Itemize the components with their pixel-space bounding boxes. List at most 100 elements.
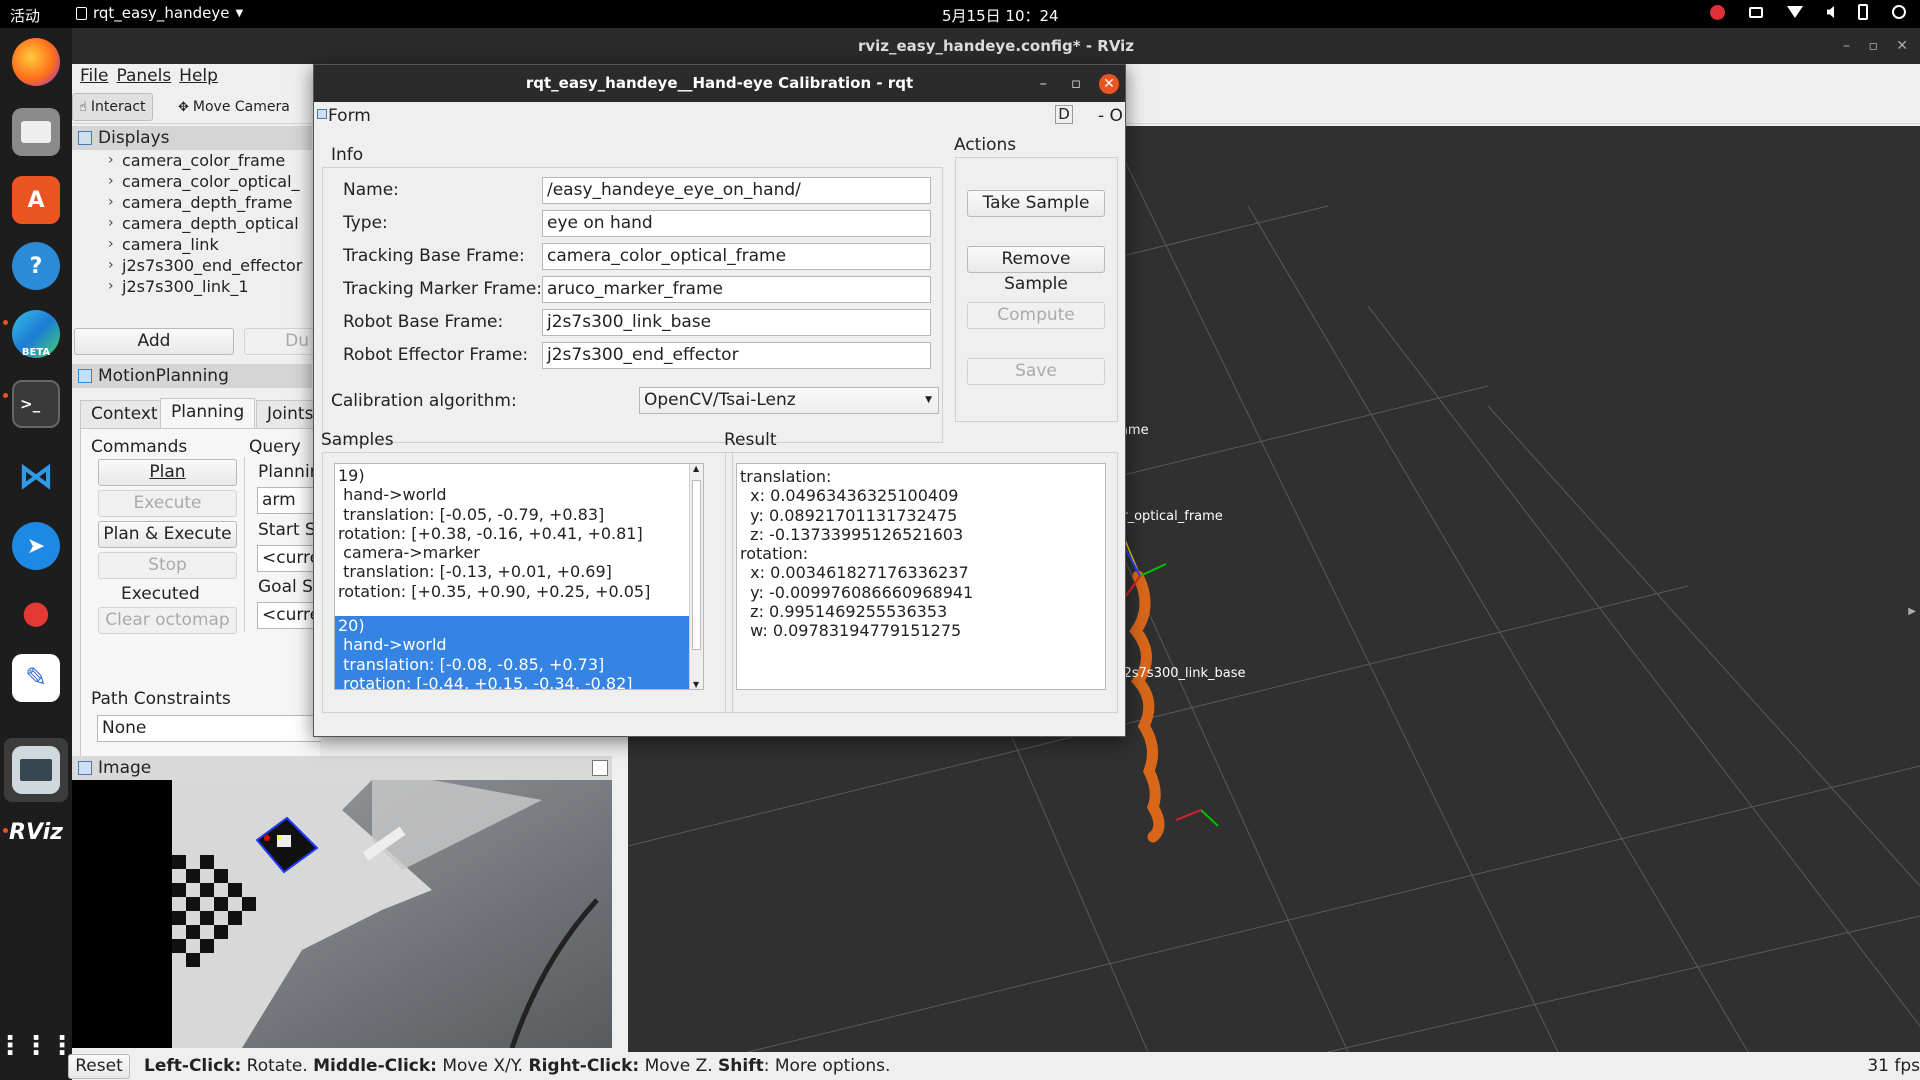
plan-execute-button[interactable]: Plan & Execute <box>98 521 237 548</box>
move-camera-tool-label: Move Camera <box>192 99 290 115</box>
take-sample-button[interactable]: Take Sample <box>967 190 1105 217</box>
dock-d-button[interactable]: D <box>1055 105 1073 124</box>
tracking-marker-frame-label: Tracking Marker Frame: <box>343 279 543 299</box>
network-icon[interactable] <box>1787 6 1803 18</box>
volume-icon[interactable] <box>1827 6 1834 18</box>
plan-button[interactable]: Plan <box>98 459 237 486</box>
remote-desktop-icon[interactable] <box>12 746 60 794</box>
close-icon[interactable]: ✕ <box>1896 28 1908 64</box>
text-editor-icon[interactable]: ✎ <box>12 654 60 702</box>
start-state-select[interactable]: <curre <box>257 545 321 572</box>
execute-button[interactable]: Execute <box>98 490 237 517</box>
tracking-base-frame-field[interactable]: camera_color_optical_frame <box>542 243 931 270</box>
sample-item[interactable]: 19) hand->world translation: [-0.05, -0.… <box>335 464 703 614</box>
displays-panel-title[interactable]: Displays <box>72 126 312 150</box>
files-icon[interactable] <box>12 108 60 156</box>
query-label: Query <box>249 437 301 457</box>
clock[interactable]: 5月15日 10：24 <box>942 5 1059 26</box>
move-icon: ✥ <box>178 99 189 115</box>
rqt-title-bar[interactable]: rqt_easy_handeye__Hand-eye Calibration -… <box>314 65 1125 102</box>
tab-planning[interactable]: Planning <box>160 398 256 428</box>
tree-item[interactable]: camera_color_frame <box>72 150 312 171</box>
terminal-icon[interactable]: >_ <box>12 380 60 428</box>
image-panel: Image <box>72 756 612 1080</box>
displays-tree[interactable]: camera_color_frame camera_color_optical_… <box>72 150 312 318</box>
edge-beta-icon[interactable]: BETA <box>12 310 60 358</box>
name-label: Name: <box>343 180 399 200</box>
displays-icon <box>78 131 92 145</box>
menu-help[interactable]: Help <box>179 64 226 90</box>
tab-joints[interactable]: Joints <box>256 400 320 428</box>
planning-tab-body: Commands Query Plan Execute Plan & Execu… <box>80 428 321 770</box>
samples-scrollbar[interactable]: ▲ ▼ <box>689 464 703 689</box>
motion-planning-panel-title[interactable]: MotionPlanning <box>72 364 312 388</box>
query-divider <box>244 457 245 632</box>
scrollbar-thumb[interactable] <box>692 480 701 650</box>
running-indicator <box>3 393 8 398</box>
scroll-down-icon[interactable]: ▼ <box>693 680 699 689</box>
battery-icon[interactable] <box>1858 4 1868 20</box>
status-hint: Left-Click: Rotate. Middle-Click: Move X… <box>144 1056 891 1076</box>
tracking-marker-frame-field[interactable]: aruco_marker_frame <box>542 276 931 303</box>
collapse-right-arrow-icon[interactable]: ▶ <box>1908 606 1916 617</box>
name-field[interactable]: /easy_handeye_eye_on_hand/ <box>542 177 931 204</box>
menu-file[interactable]: File <box>80 64 116 90</box>
rviz-title-bar[interactable]: rviz_easy_handeye.config* - RViz – ▫ ✕ <box>72 28 1920 64</box>
keyboard-icon[interactable] <box>1749 6 1763 18</box>
tree-item[interactable]: camera_link <box>72 234 312 255</box>
calibration-algorithm-select[interactable]: OpenCV/Tsai-Lenz ▼ <box>639 387 939 414</box>
system-tray[interactable] <box>1710 4 1906 20</box>
minimize-icon[interactable]: – <box>1040 65 1048 102</box>
do-not-disturb-icon[interactable] <box>1710 4 1725 20</box>
maximize-icon[interactable]: ▫ <box>1071 65 1081 102</box>
chevron-down-icon: ▼ <box>235 7 244 19</box>
motion-planning-icon <box>78 369 92 383</box>
tree-item[interactable]: j2s7s300_end_effector <box>72 255 312 276</box>
maximize-icon[interactable]: ▫ <box>1869 28 1879 64</box>
reset-button[interactable]: Reset <box>68 1054 130 1079</box>
float-panel-icon[interactable] <box>592 760 608 776</box>
save-button[interactable]: Save <box>967 358 1105 385</box>
rviz-icon[interactable]: RViz <box>9 808 63 856</box>
robot-base-frame-field[interactable]: j2s7s300_link_base <box>542 309 931 336</box>
path-constraints-select[interactable]: None <box>97 715 321 742</box>
tab-context[interactable]: Context <box>80 400 169 428</box>
bug-report-icon[interactable]: ● <box>12 588 60 636</box>
clear-octomap-button[interactable]: Clear octomap <box>98 607 237 634</box>
interact-tool-button[interactable]: ☝ Interact <box>72 93 153 121</box>
add-display-button[interactable]: Add <box>74 328 234 355</box>
vscode-icon[interactable]: ⋈ <box>12 452 60 500</box>
sample-item-selected[interactable]: 20) hand->world translation: [-0.08, -0.… <box>335 616 689 689</box>
type-field[interactable]: eye on hand <box>542 210 931 237</box>
duplicate-display-button[interactable]: Du <box>244 328 314 355</box>
samples-list[interactable]: 19) hand->world translation: [-0.05, -0.… <box>334 463 704 690</box>
software-center-icon[interactable]: A <box>12 176 60 224</box>
goal-state-select[interactable]: <curre <box>257 602 321 629</box>
stop-button[interactable]: Stop <box>98 552 237 579</box>
close-icon[interactable]: ✕ <box>1099 74 1119 94</box>
app-menu[interactable]: rqt_easy_handeye ▼ <box>76 4 243 22</box>
image-panel-title[interactable]: Image <box>72 756 612 780</box>
move-camera-tool-button[interactable]: ✥ Move Camera <box>172 93 296 121</box>
tree-item[interactable]: j2s7s300_link_1 <box>72 276 312 297</box>
firefox-icon[interactable] <box>12 38 60 86</box>
tree-item[interactable]: camera_color_optical_ <box>72 171 312 192</box>
form-label: Form <box>328 106 371 126</box>
minimize-icon[interactable]: – <box>1843 28 1850 64</box>
feishu-icon[interactable]: ➤ <box>12 522 60 570</box>
planning-group-select[interactable]: arm <box>257 487 321 514</box>
tree-item[interactable]: camera_depth_frame <box>72 192 312 213</box>
power-icon[interactable] <box>1892 5 1906 19</box>
tree-item[interactable]: camera_depth_optical <box>72 213 312 234</box>
activities-button[interactable]: 活动 <box>10 5 40 26</box>
compute-button[interactable]: Compute <box>967 302 1105 329</box>
dock-options-button[interactable]: - O <box>1098 106 1123 126</box>
result-textbox[interactable]: translation: x: 0.04963436325100409 y: 0… <box>736 463 1106 690</box>
remove-sample-button[interactable]: Remove Sample <box>967 246 1105 294</box>
execution-status: Executed <box>121 584 200 604</box>
robot-effector-frame-field[interactable]: j2s7s300_end_effector <box>542 342 931 369</box>
scroll-up-icon[interactable]: ▲ <box>693 464 699 473</box>
menu-panels[interactable]: Panels <box>116 64 179 90</box>
help-icon[interactable]: ? <box>12 242 60 290</box>
show-apps-icon[interactable]: ⋮⋮⋮ <box>0 1022 75 1070</box>
